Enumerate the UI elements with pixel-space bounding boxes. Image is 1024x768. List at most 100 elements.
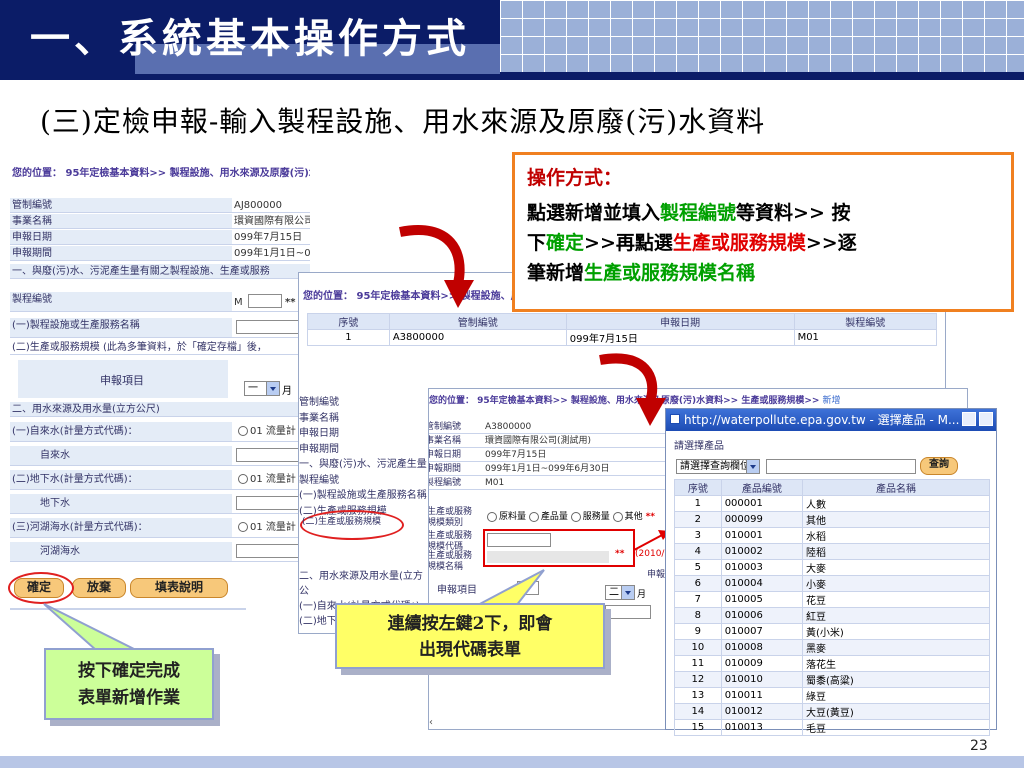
table-cell: 010013 bbox=[720, 719, 804, 736]
item-label: 申報項目 bbox=[100, 374, 144, 387]
table-row[interactable]: 4 010002 陸稻 bbox=[674, 543, 990, 560]
field-row-company: 事業名稱環資國際有限公司(測試用) bbox=[10, 214, 310, 229]
table-row[interactable]: 12 010010 蜀黍(高粱) bbox=[674, 671, 990, 688]
process-no-input[interactable] bbox=[248, 294, 282, 308]
field-row-facility: (一)製程設施或生產服務名稱 bbox=[10, 318, 310, 338]
filter-select[interactable]: 請選擇查詢欄位 bbox=[676, 459, 760, 474]
category-radio-raw[interactable] bbox=[487, 511, 497, 522]
table-row[interactable]: 1 000001 人數 bbox=[674, 495, 990, 512]
table-cell: 1 bbox=[307, 329, 390, 346]
tap-meter-radio[interactable] bbox=[238, 426, 248, 436]
table-row[interactable]: 5 010003 大麥 bbox=[674, 559, 990, 576]
table-cell: 13 bbox=[674, 687, 722, 704]
category-radio-service[interactable] bbox=[570, 511, 581, 522]
table-cell: 黃(小米) bbox=[802, 623, 990, 640]
label: 管制編號 bbox=[299, 397, 339, 408]
popup-heading: 請選擇產品 bbox=[674, 441, 724, 452]
col-header: 產品名稱 bbox=[802, 479, 990, 496]
table-cell: 000099 bbox=[720, 511, 804, 528]
table-row[interactable]: 1 A3800000 099年7月15日 M01 bbox=[307, 329, 938, 346]
product-picker-popup: http://waterpollute.epa.gov.tw - 選擇產品 - … bbox=[665, 408, 997, 736]
section-header-2: 二、用水來源及用水量(立方公尺) bbox=[10, 402, 310, 417]
table-row[interactable]: 6 010004 小麥 bbox=[674, 575, 990, 592]
table-row[interactable]: 3 010001 水稻 bbox=[674, 527, 990, 544]
query-button[interactable]: 查詢 bbox=[920, 457, 958, 475]
minimize-icon[interactable] bbox=[962, 412, 976, 426]
cancel-button[interactable]: 放棄 bbox=[72, 578, 126, 598]
table-cell: 6 bbox=[674, 575, 722, 592]
field-row-report-date: 申報日期 099年7月15日 bbox=[10, 230, 310, 245]
service-scale-link[interactable]: (二)生產或服務規模 bbox=[302, 514, 381, 527]
table-cell: 9 bbox=[674, 623, 722, 640]
table-cell: 010012 bbox=[720, 703, 804, 720]
section-header-1: 一、與廢(污)水、污泥產生量有關之製程設施、生產或服務 bbox=[10, 264, 310, 279]
table-cell: 蜀黍(高粱) bbox=[802, 671, 990, 688]
table-cell: 陸稻 bbox=[802, 543, 990, 560]
table-cell: 14 bbox=[674, 703, 722, 720]
form-window-main: 您的位置： 95年定檢基本資料>> 製程設施、用水來源及原廢(污)水資料>> 新… bbox=[10, 158, 310, 610]
table-cell: A3800000 bbox=[388, 329, 567, 346]
field-row-tap-water: (一)自來水(計量方式代碼)： 01 流量計 bbox=[10, 422, 310, 442]
report-value-input[interactable] bbox=[605, 605, 651, 619]
table-row[interactable]: 2 000099 其他 bbox=[674, 511, 990, 528]
table-cell: 人數 bbox=[802, 495, 990, 512]
field-row-tap-sub: 自來水 bbox=[10, 446, 310, 466]
label: (一)製程設施或生產服務名稱 bbox=[299, 490, 427, 501]
col-header: 序號 bbox=[307, 313, 390, 330]
breadcrumb-3-add-link[interactable]: 新增 bbox=[823, 396, 841, 406]
table-cell: 099年7月15日 bbox=[565, 329, 795, 346]
callout-body: 點選新增並填入製程編號等資料>> 按 下確定>>再點選生產或服務規模>>逐 筆新… bbox=[527, 202, 857, 284]
table-row[interactable]: 14 010012 大豆(黃豆) bbox=[674, 703, 990, 720]
category-radio-product[interactable] bbox=[528, 511, 539, 522]
table-row[interactable]: 7 010005 花豆 bbox=[674, 591, 990, 608]
right-col-label: 申報 bbox=[647, 570, 666, 580]
table-cell: 010001 bbox=[720, 527, 804, 544]
table-cell: 010002 bbox=[720, 543, 804, 560]
col-header: 製程編號 bbox=[793, 313, 938, 330]
river-meter-radio[interactable] bbox=[238, 522, 248, 532]
confirm-tip: 按下確定完成 表單新增作業 bbox=[44, 648, 214, 720]
ground-meter-radio[interactable] bbox=[238, 474, 248, 484]
table-row[interactable]: 13 010011 綠豆 bbox=[674, 687, 990, 704]
table-cell: 小麥 bbox=[802, 575, 990, 592]
field-row: 申報日期099年7月15日 bbox=[429, 449, 669, 462]
service-fields-highlight bbox=[483, 529, 635, 567]
table-row[interactable]: 15 010013 毛豆 bbox=[674, 719, 990, 736]
field-row-ground-sub: 地下水 bbox=[10, 494, 310, 514]
instruction-callout: 操作方式： 點選新增並填入製程編號等資料>> 按 下確定>>再點選生產或服務規模… bbox=[512, 152, 1014, 312]
curved-arrow-2 bbox=[599, 353, 666, 426]
table-cell: 黑麥 bbox=[802, 639, 990, 656]
table-cell: 落花生 bbox=[802, 655, 990, 672]
table-row[interactable]: 9 010007 黃(小米) bbox=[674, 623, 990, 640]
maximize-icon[interactable] bbox=[979, 412, 993, 426]
table-cell: 1 bbox=[674, 495, 722, 512]
table-cell: 大豆(黃豆) bbox=[802, 703, 990, 720]
table-cell: 000001 bbox=[720, 495, 804, 512]
help-button[interactable]: 填表說明 bbox=[130, 578, 228, 598]
table-row[interactable]: 10 010008 黑麥 bbox=[674, 639, 990, 656]
table-cell: 010007 bbox=[720, 623, 804, 640]
table-cell: 毛豆 bbox=[802, 719, 990, 736]
table-row[interactable]: 8 010006 紅豆 bbox=[674, 607, 990, 624]
table-cell: 綠豆 bbox=[802, 687, 990, 704]
table-cell: 5 bbox=[674, 559, 722, 576]
table-row[interactable]: 11 010009 落花生 bbox=[674, 655, 990, 672]
field-row-control-no: 管制編號 AJ800000 bbox=[10, 198, 310, 213]
table-cell: 010005 bbox=[720, 591, 804, 608]
label: 一、與廢(污)水、污泥產生量 bbox=[299, 459, 427, 470]
item-month-select[interactable]: 一 bbox=[244, 381, 280, 396]
col-header: 產品編號 bbox=[720, 479, 804, 496]
filter-input[interactable] bbox=[766, 459, 916, 474]
category-radio-other[interactable] bbox=[612, 511, 623, 522]
report-month-select[interactable]: 二 bbox=[605, 585, 635, 600]
table-cell: 3 bbox=[674, 527, 722, 544]
table-cell: 其他 bbox=[802, 511, 990, 528]
table-cell: M01 bbox=[793, 329, 938, 346]
table-cell: 大麥 bbox=[802, 559, 990, 576]
table-header-row: 序號 管制編號 申報日期 製程編號 bbox=[307, 313, 938, 330]
window2-left-labels: 管制編號 事業名稱 申報日期 申報期間 一、與廢(污)水、污泥產生量 製程編號 … bbox=[299, 395, 429, 519]
field-row-scale: (二)生產或服務規模 (此為多筆資料，於「確定存檔」後， bbox=[10, 340, 310, 355]
report-unit: 月 bbox=[637, 590, 647, 600]
scroll-left-arrow[interactable]: ‹ bbox=[429, 717, 441, 729]
table-cell: 010006 bbox=[720, 607, 804, 624]
